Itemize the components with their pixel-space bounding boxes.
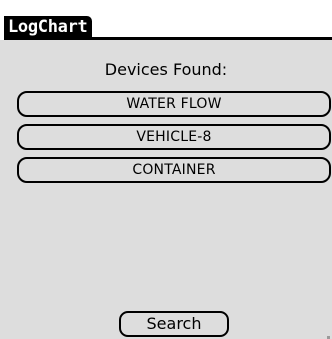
device-button-vehicle-8[interactable]: VEHICLE-8 (17, 124, 331, 150)
search-button[interactable]: Search (119, 311, 229, 337)
devices-found-heading: Devices Found: (104, 60, 228, 79)
app-title: LogChart (4, 16, 93, 38)
form-body (0, 40, 332, 339)
device-button-water-flow[interactable]: WATER FLOW (17, 91, 331, 117)
form-title-bar: LogChart (0, 16, 332, 40)
palm-screen: LogChart Devices Found: WATER FLOW VEHIC… (0, 0, 332, 339)
device-button-container[interactable]: CONTAINER (17, 157, 331, 183)
